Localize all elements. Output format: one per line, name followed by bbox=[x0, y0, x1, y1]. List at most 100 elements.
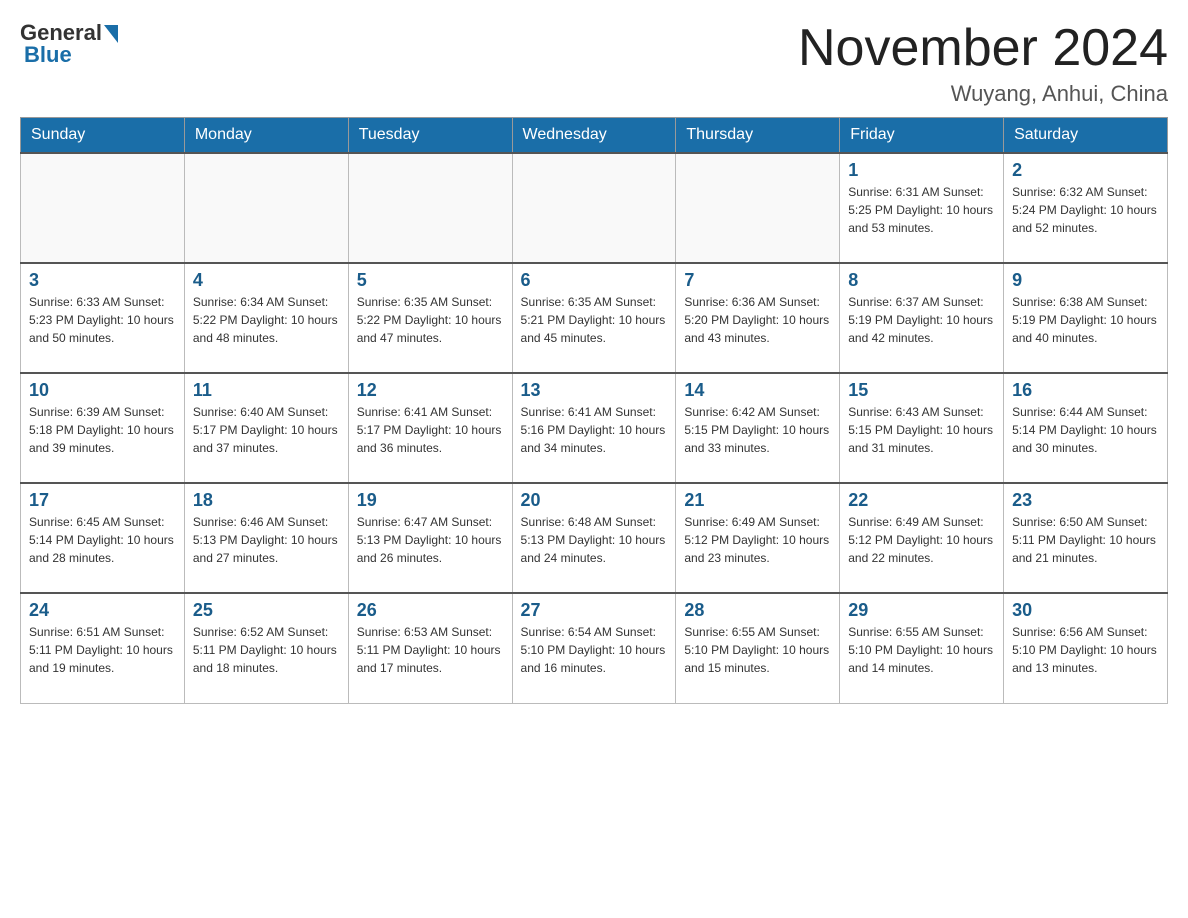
day-number: 10 bbox=[29, 380, 176, 401]
page-header: General Blue November 2024 Wuyang, Anhui… bbox=[20, 20, 1168, 107]
day-info: Sunrise: 6:38 AM Sunset: 5:19 PM Dayligh… bbox=[1012, 293, 1159, 347]
calendar-cell bbox=[348, 153, 512, 263]
day-number: 13 bbox=[521, 380, 668, 401]
weekday-header-row: SundayMondayTuesdayWednesdayThursdayFrid… bbox=[21, 118, 1168, 154]
calendar-cell: 30Sunrise: 6:56 AM Sunset: 5:10 PM Dayli… bbox=[1004, 593, 1168, 703]
week-row-4: 17Sunrise: 6:45 AM Sunset: 5:14 PM Dayli… bbox=[21, 483, 1168, 593]
weekday-header-monday: Monday bbox=[184, 118, 348, 154]
weekday-header-wednesday: Wednesday bbox=[512, 118, 676, 154]
day-info: Sunrise: 6:49 AM Sunset: 5:12 PM Dayligh… bbox=[848, 513, 995, 567]
day-info: Sunrise: 6:49 AM Sunset: 5:12 PM Dayligh… bbox=[684, 513, 831, 567]
day-info: Sunrise: 6:55 AM Sunset: 5:10 PM Dayligh… bbox=[684, 623, 831, 677]
weekday-header-sunday: Sunday bbox=[21, 118, 185, 154]
day-info: Sunrise: 6:46 AM Sunset: 5:13 PM Dayligh… bbox=[193, 513, 340, 567]
day-number: 8 bbox=[848, 270, 995, 291]
day-number: 28 bbox=[684, 600, 831, 621]
calendar-cell bbox=[512, 153, 676, 263]
day-number: 29 bbox=[848, 600, 995, 621]
day-number: 30 bbox=[1012, 600, 1159, 621]
day-info: Sunrise: 6:42 AM Sunset: 5:15 PM Dayligh… bbox=[684, 403, 831, 457]
location-text: Wuyang, Anhui, China bbox=[798, 81, 1168, 107]
day-info: Sunrise: 6:43 AM Sunset: 5:15 PM Dayligh… bbox=[848, 403, 995, 457]
calendar-cell: 9Sunrise: 6:38 AM Sunset: 5:19 PM Daylig… bbox=[1004, 263, 1168, 373]
day-info: Sunrise: 6:47 AM Sunset: 5:13 PM Dayligh… bbox=[357, 513, 504, 567]
day-number: 25 bbox=[193, 600, 340, 621]
day-info: Sunrise: 6:31 AM Sunset: 5:25 PM Dayligh… bbox=[848, 183, 995, 237]
day-info: Sunrise: 6:35 AM Sunset: 5:22 PM Dayligh… bbox=[357, 293, 504, 347]
day-number: 21 bbox=[684, 490, 831, 511]
weekday-header-friday: Friday bbox=[840, 118, 1004, 154]
day-info: Sunrise: 6:53 AM Sunset: 5:11 PM Dayligh… bbox=[357, 623, 504, 677]
calendar-cell bbox=[184, 153, 348, 263]
week-row-1: 1Sunrise: 6:31 AM Sunset: 5:25 PM Daylig… bbox=[21, 153, 1168, 263]
day-number: 18 bbox=[193, 490, 340, 511]
day-number: 22 bbox=[848, 490, 995, 511]
day-number: 15 bbox=[848, 380, 995, 401]
day-number: 6 bbox=[521, 270, 668, 291]
calendar-cell: 21Sunrise: 6:49 AM Sunset: 5:12 PM Dayli… bbox=[676, 483, 840, 593]
calendar-cell: 11Sunrise: 6:40 AM Sunset: 5:17 PM Dayli… bbox=[184, 373, 348, 483]
calendar-cell: 24Sunrise: 6:51 AM Sunset: 5:11 PM Dayli… bbox=[21, 593, 185, 703]
day-number: 1 bbox=[848, 160, 995, 181]
calendar-cell: 1Sunrise: 6:31 AM Sunset: 5:25 PM Daylig… bbox=[840, 153, 1004, 263]
calendar-cell: 10Sunrise: 6:39 AM Sunset: 5:18 PM Dayli… bbox=[21, 373, 185, 483]
calendar-cell: 7Sunrise: 6:36 AM Sunset: 5:20 PM Daylig… bbox=[676, 263, 840, 373]
day-number: 7 bbox=[684, 270, 831, 291]
calendar-cell: 8Sunrise: 6:37 AM Sunset: 5:19 PM Daylig… bbox=[840, 263, 1004, 373]
calendar-cell: 6Sunrise: 6:35 AM Sunset: 5:21 PM Daylig… bbox=[512, 263, 676, 373]
week-row-3: 10Sunrise: 6:39 AM Sunset: 5:18 PM Dayli… bbox=[21, 373, 1168, 483]
weekday-header-saturday: Saturday bbox=[1004, 118, 1168, 154]
calendar-cell: 5Sunrise: 6:35 AM Sunset: 5:22 PM Daylig… bbox=[348, 263, 512, 373]
day-info: Sunrise: 6:41 AM Sunset: 5:17 PM Dayligh… bbox=[357, 403, 504, 457]
title-block: November 2024 Wuyang, Anhui, China bbox=[798, 20, 1168, 107]
day-number: 14 bbox=[684, 380, 831, 401]
weekday-header-thursday: Thursday bbox=[676, 118, 840, 154]
logo: General Blue bbox=[20, 20, 118, 68]
week-row-5: 24Sunrise: 6:51 AM Sunset: 5:11 PM Dayli… bbox=[21, 593, 1168, 703]
day-number: 23 bbox=[1012, 490, 1159, 511]
day-info: Sunrise: 6:36 AM Sunset: 5:20 PM Dayligh… bbox=[684, 293, 831, 347]
day-number: 9 bbox=[1012, 270, 1159, 291]
calendar-cell: 17Sunrise: 6:45 AM Sunset: 5:14 PM Dayli… bbox=[21, 483, 185, 593]
day-info: Sunrise: 6:44 AM Sunset: 5:14 PM Dayligh… bbox=[1012, 403, 1159, 457]
day-info: Sunrise: 6:52 AM Sunset: 5:11 PM Dayligh… bbox=[193, 623, 340, 677]
day-number: 11 bbox=[193, 380, 340, 401]
weekday-header-tuesday: Tuesday bbox=[348, 118, 512, 154]
day-number: 26 bbox=[357, 600, 504, 621]
calendar-cell: 20Sunrise: 6:48 AM Sunset: 5:13 PM Dayli… bbox=[512, 483, 676, 593]
day-number: 24 bbox=[29, 600, 176, 621]
day-info: Sunrise: 6:40 AM Sunset: 5:17 PM Dayligh… bbox=[193, 403, 340, 457]
day-info: Sunrise: 6:35 AM Sunset: 5:21 PM Dayligh… bbox=[521, 293, 668, 347]
day-info: Sunrise: 6:54 AM Sunset: 5:10 PM Dayligh… bbox=[521, 623, 668, 677]
month-title: November 2024 bbox=[798, 20, 1168, 77]
day-number: 4 bbox=[193, 270, 340, 291]
day-info: Sunrise: 6:41 AM Sunset: 5:16 PM Dayligh… bbox=[521, 403, 668, 457]
logo-triangle-icon bbox=[104, 25, 118, 43]
day-number: 19 bbox=[357, 490, 504, 511]
day-info: Sunrise: 6:55 AM Sunset: 5:10 PM Dayligh… bbox=[848, 623, 995, 677]
calendar-cell: 2Sunrise: 6:32 AM Sunset: 5:24 PM Daylig… bbox=[1004, 153, 1168, 263]
logo-blue-text: Blue bbox=[24, 42, 72, 68]
day-info: Sunrise: 6:37 AM Sunset: 5:19 PM Dayligh… bbox=[848, 293, 995, 347]
day-number: 2 bbox=[1012, 160, 1159, 181]
day-info: Sunrise: 6:34 AM Sunset: 5:22 PM Dayligh… bbox=[193, 293, 340, 347]
calendar-cell: 29Sunrise: 6:55 AM Sunset: 5:10 PM Dayli… bbox=[840, 593, 1004, 703]
day-info: Sunrise: 6:45 AM Sunset: 5:14 PM Dayligh… bbox=[29, 513, 176, 567]
calendar-cell bbox=[21, 153, 185, 263]
calendar-cell: 12Sunrise: 6:41 AM Sunset: 5:17 PM Dayli… bbox=[348, 373, 512, 483]
calendar-cell: 19Sunrise: 6:47 AM Sunset: 5:13 PM Dayli… bbox=[348, 483, 512, 593]
day-number: 27 bbox=[521, 600, 668, 621]
day-number: 17 bbox=[29, 490, 176, 511]
calendar-cell: 15Sunrise: 6:43 AM Sunset: 5:15 PM Dayli… bbox=[840, 373, 1004, 483]
day-info: Sunrise: 6:56 AM Sunset: 5:10 PM Dayligh… bbox=[1012, 623, 1159, 677]
day-info: Sunrise: 6:51 AM Sunset: 5:11 PM Dayligh… bbox=[29, 623, 176, 677]
week-row-2: 3Sunrise: 6:33 AM Sunset: 5:23 PM Daylig… bbox=[21, 263, 1168, 373]
calendar-cell: 4Sunrise: 6:34 AM Sunset: 5:22 PM Daylig… bbox=[184, 263, 348, 373]
calendar-cell: 27Sunrise: 6:54 AM Sunset: 5:10 PM Dayli… bbox=[512, 593, 676, 703]
day-info: Sunrise: 6:33 AM Sunset: 5:23 PM Dayligh… bbox=[29, 293, 176, 347]
calendar-cell: 16Sunrise: 6:44 AM Sunset: 5:14 PM Dayli… bbox=[1004, 373, 1168, 483]
day-number: 3 bbox=[29, 270, 176, 291]
calendar-cell: 28Sunrise: 6:55 AM Sunset: 5:10 PM Dayli… bbox=[676, 593, 840, 703]
calendar-cell: 18Sunrise: 6:46 AM Sunset: 5:13 PM Dayli… bbox=[184, 483, 348, 593]
day-number: 12 bbox=[357, 380, 504, 401]
